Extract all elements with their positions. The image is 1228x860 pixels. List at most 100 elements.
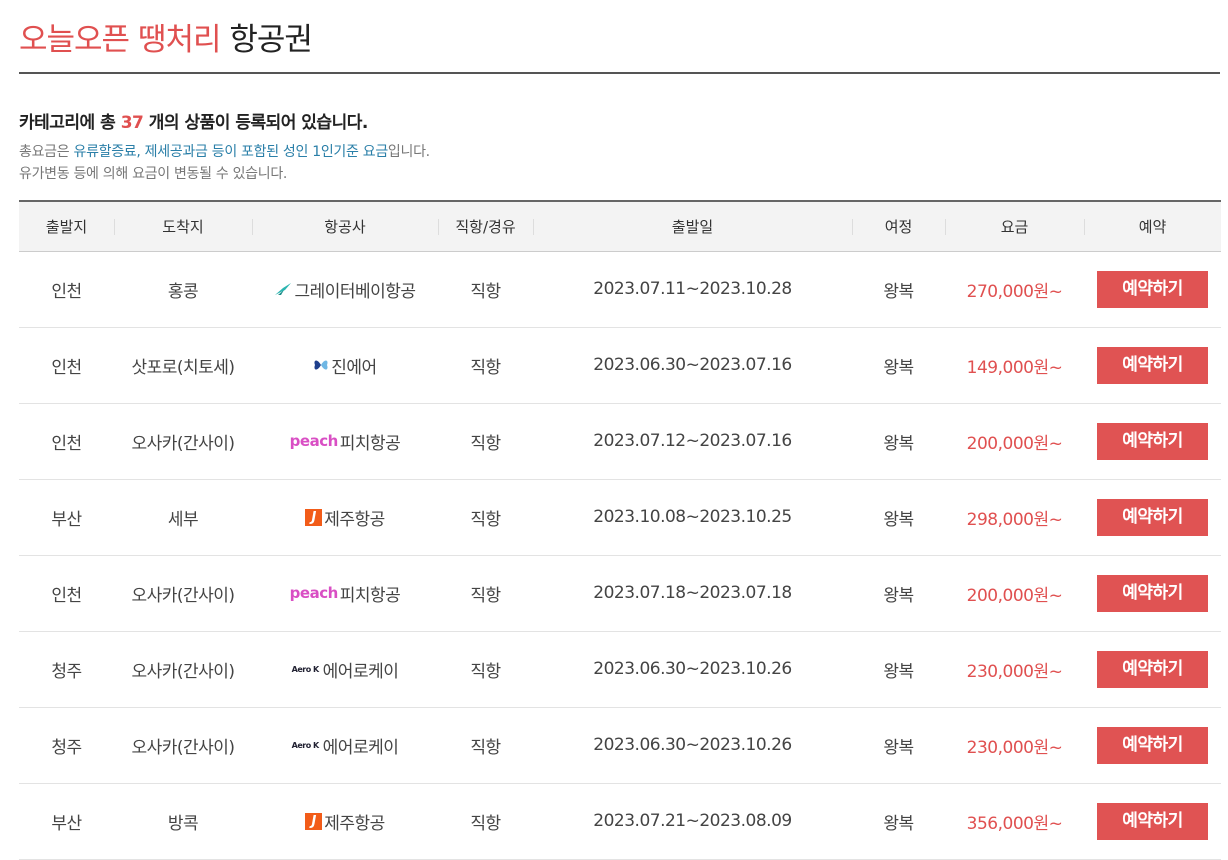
product-count: 37 — [120, 113, 144, 133]
route-type: 직항 — [470, 737, 501, 758]
book-button[interactable]: 예약하기 — [1097, 574, 1208, 612]
fare-price: 200,000원~ — [966, 585, 1063, 606]
book-button[interactable]: 예약하기 — [1097, 346, 1208, 384]
departure-dates: 2023.07.12~2023.07.16 — [593, 431, 792, 451]
book-button[interactable]: 예약하기 — [1097, 498, 1208, 536]
fare-price: 298,000원~ — [966, 509, 1063, 530]
arrival-city: 삿포로(치토세) — [131, 357, 235, 378]
header-dates: 출발일 — [533, 200, 852, 252]
trip-type: 왕복 — [883, 433, 914, 454]
departure-city: 부산 — [51, 813, 82, 834]
booking-cell: 예약하기 — [1084, 555, 1221, 631]
departure-dates: 2023.10.08~2023.10.25 — [593, 507, 792, 527]
departure-dates: 2023.07.11~2023.10.28 — [593, 279, 792, 299]
arrival-city: 홍콩 — [167, 281, 199, 302]
airline-cell: peach 피치항공 — [252, 403, 438, 479]
fare-price: 230,000원~ — [966, 737, 1063, 758]
book-button[interactable]: 예약하기 — [1097, 422, 1208, 460]
page-title-main: 항공권 — [229, 22, 313, 58]
flight-deals-table: 출발지 도착지 항공사 직항/경유 출발일 여정 요금 예약 인천 홍콩 그레이터베이항공직항 20… — [19, 200, 1221, 860]
summary-prefix: 카테고리에 총 — [19, 113, 121, 133]
airline-name: 에어로케이 — [322, 661, 399, 682]
table-row: 청주 오사카(간사이) Aero K 에어로케이 직항 2023.06.30~2023.1… — [19, 631, 1221, 707]
peach-logo-icon: peach — [289, 584, 339, 602]
table-header-row: 출발지 도착지 항공사 직항/경유 출발일 여정 요금 예약 — [19, 200, 1221, 252]
book-button[interactable]: 예약하기 — [1097, 726, 1208, 764]
airline-cell: 진에어 — [252, 327, 438, 403]
trip-type: 왕복 — [883, 737, 914, 758]
airline-cell: Aero K 에어로케이 — [252, 707, 438, 783]
book-button[interactable]: 예약하기 — [1097, 650, 1208, 688]
fare-price: 149,000원~ — [966, 357, 1063, 378]
fare-price: 270,000원~ — [966, 281, 1063, 302]
airline-name: 진에어 — [331, 357, 377, 378]
booking-cell: 예약하기 — [1084, 783, 1221, 859]
route-type: 직항 — [470, 509, 501, 530]
route-type: 직항 — [470, 585, 501, 606]
departure-city: 부산 — [51, 509, 82, 530]
fare-note-prefix: 총요금은 — [19, 144, 74, 160]
airline-cell: J 제주항공 — [252, 479, 438, 555]
peach-logo-icon: peach — [289, 432, 339, 450]
fare-price: 356,000원~ — [966, 813, 1063, 834]
departure-dates: 2023.06.30~2023.10.26 — [593, 735, 792, 755]
fare-price: 200,000원~ — [966, 433, 1063, 454]
page-title-highlight: 오늘오픈 땡처리 — [19, 22, 221, 58]
table-row: 청주 오사카(간사이) Aero K 에어로케이 직항 2023.06.30~2023.1… — [19, 707, 1221, 783]
departure-city: 인천 — [51, 281, 82, 302]
trip-type: 왕복 — [883, 661, 914, 682]
table-row: 인천 홍콩 그레이터베이항공 직항 2023.07.11~2023.10.28 왕복 270… — [19, 251, 1221, 327]
summary-suffix: 개의 상품이 등록되어 있습니다. — [143, 113, 369, 133]
route-type: 직항 — [470, 813, 501, 834]
arrival-city: 오사카(간사이) — [131, 737, 235, 758]
header-booking: 예약 — [1084, 200, 1221, 252]
departure-city: 인천 — [51, 433, 82, 454]
header-airline: 항공사 — [252, 200, 438, 252]
booking-cell: 예약하기 — [1084, 251, 1221, 327]
airline-name: 피치항공 — [339, 585, 401, 606]
header-route: 직항/경유 — [438, 200, 533, 252]
departure-city: 청주 — [51, 737, 82, 758]
trip-type: 왕복 — [883, 509, 914, 530]
arrival-city: 오사카(간사이) — [131, 433, 235, 454]
trip-type: 왕복 — [883, 281, 914, 302]
table-row: 부산 세부 J 제주항공 직항 2023.10.08~2023.10.25 왕복 298,00… — [19, 479, 1221, 555]
arrival-city: 방콕 — [167, 813, 199, 834]
table-body: 인천 홍콩 그레이터베이항공직항 2023.07.11~2023.10.28 왕복 270… — [19, 251, 1221, 859]
departure-city: 인천 — [51, 585, 82, 606]
jeju-air-logo-icon: J — [305, 508, 323, 526]
departure-city: 인천 — [51, 357, 82, 378]
fare-price: 230,000원~ — [966, 661, 1063, 682]
trip-type: 왕복 — [883, 585, 914, 606]
fare-note: 총요금은 유류할증료, 제세공과금 등이 포함된 성인 1인기준 요금입니다. — [19, 141, 430, 161]
product-count-summary: 카테고리에 총 37 개의 상품이 등록되어 있습니다. — [19, 108, 368, 133]
airline-name: 제주항공 — [324, 813, 385, 834]
departure-dates: 2023.07.18~2023.07.18 — [593, 583, 792, 603]
aero-k-logo-icon: Aero K — [291, 664, 320, 674]
arrival-city: 오사카(간사이) — [131, 661, 235, 682]
table-row: 인천 오사카(간사이) peach 피치항공 직항 2023.07.12~2023.07.… — [19, 403, 1221, 479]
airline-name: 그레이터베이항공 — [294, 281, 416, 302]
greater-bay-logo-icon — [275, 283, 292, 295]
book-button[interactable]: 예약하기 — [1097, 802, 1208, 840]
departure-dates: 2023.06.30~2023.10.26 — [593, 659, 792, 679]
title-divider — [19, 72, 1220, 74]
booking-cell: 예약하기 — [1084, 403, 1221, 479]
route-type: 직항 — [470, 357, 501, 378]
departure-city: 청주 — [51, 661, 82, 682]
arrival-city: 세부 — [167, 509, 199, 530]
jeju-air-logo-icon: J — [305, 812, 323, 830]
airline-name: 에어로케이 — [322, 737, 399, 758]
arrival-city: 오사카(간사이) — [131, 585, 235, 606]
booking-cell: 예약하기 — [1084, 707, 1221, 783]
departure-dates: 2023.06.30~2023.07.16 — [593, 355, 792, 375]
aero-k-logo-icon: Aero K — [291, 740, 320, 750]
trip-type: 왕복 — [883, 813, 914, 834]
fare-note-suffix: 입니다. — [387, 144, 430, 160]
airline-cell: Aero K 에어로케이 — [252, 631, 438, 707]
trip-type: 왕복 — [883, 357, 914, 378]
page-title: 오늘오픈 땡처리 항공권 — [19, 20, 313, 60]
booking-cell: 예약하기 — [1084, 631, 1221, 707]
airline-cell: J 제주항공 — [252, 783, 438, 859]
book-button[interactable]: 예약하기 — [1097, 270, 1208, 308]
